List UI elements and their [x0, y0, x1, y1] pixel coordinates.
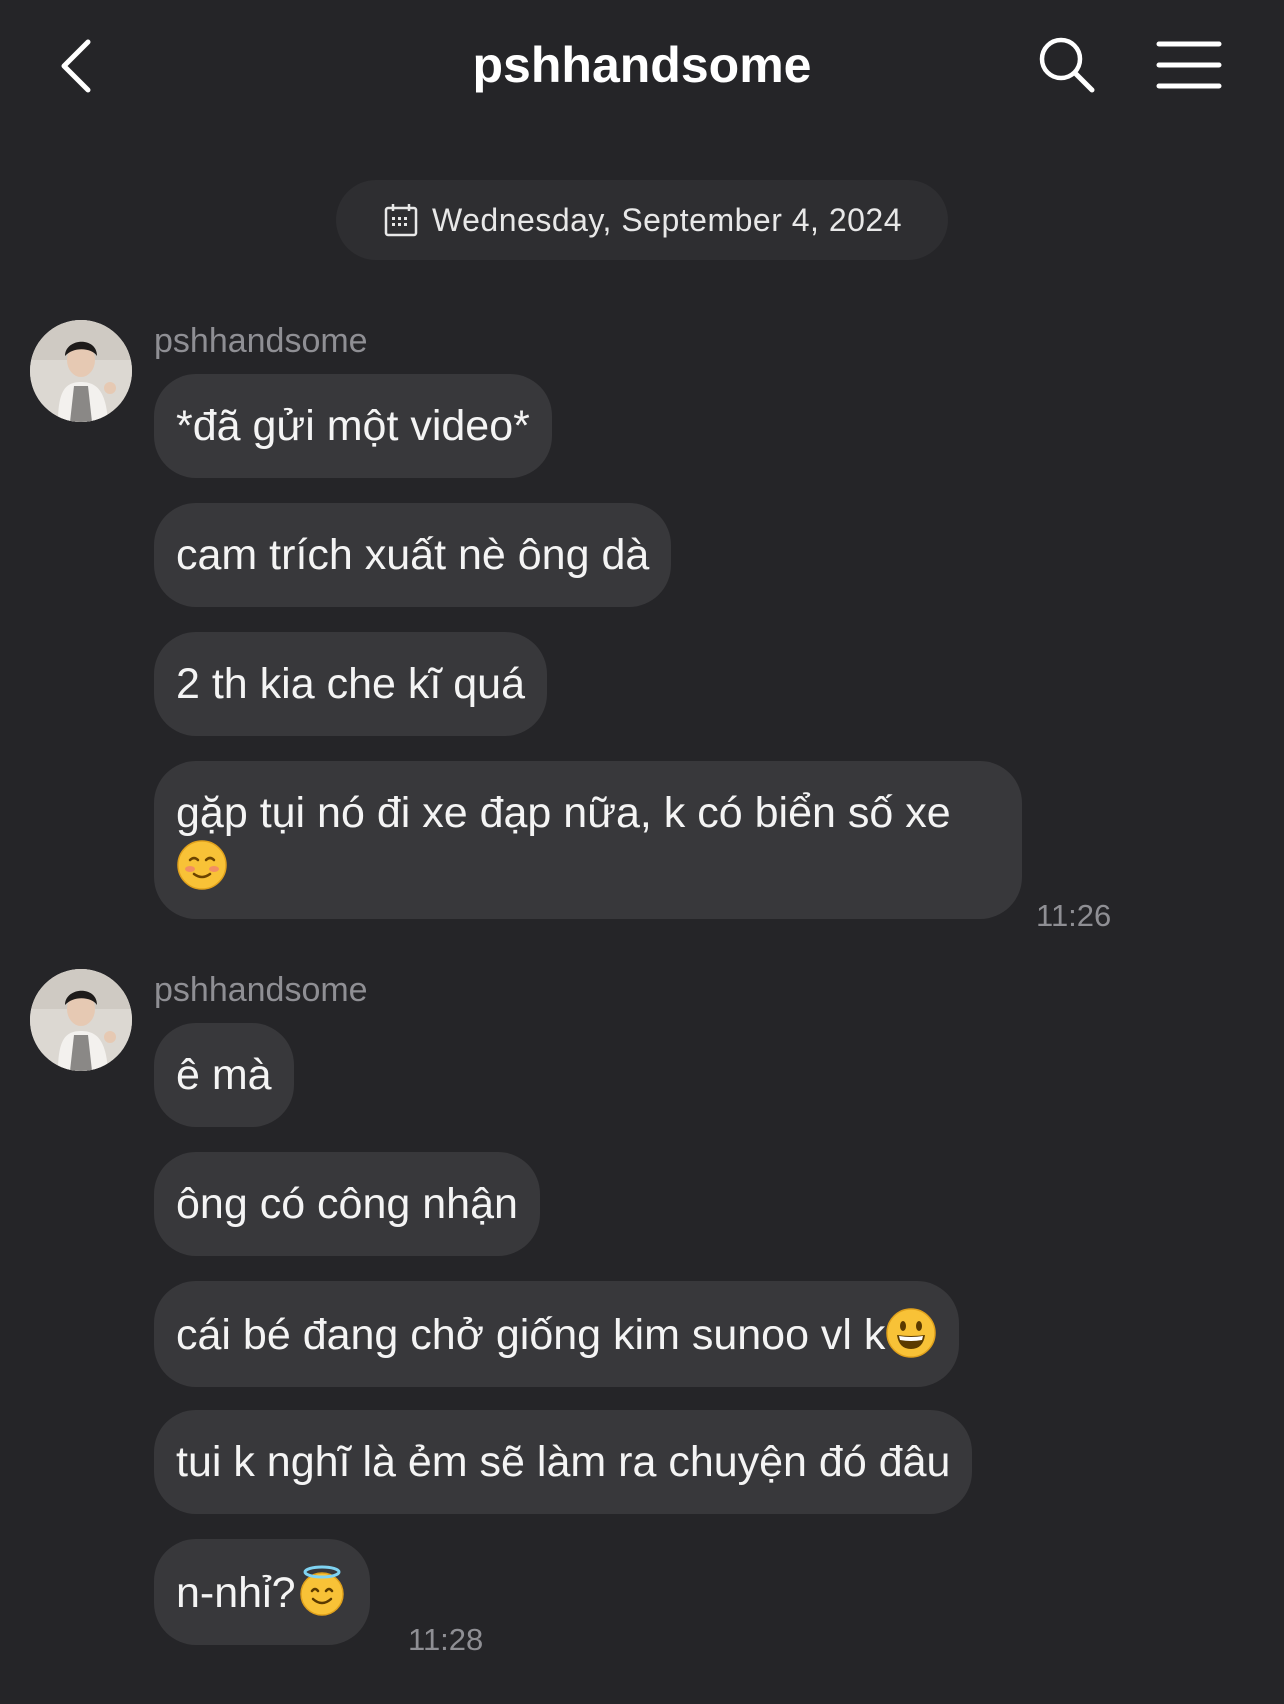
avatar-photo: [30, 320, 132, 422]
search-icon: [1039, 37, 1095, 93]
message-text: n-nhỉ?: [176, 1569, 296, 1617]
message-text: cái bé đang chở giống kim sunoo vl k: [176, 1311, 886, 1359]
message-bubble[interactable]: *đã gửi một video*: [154, 374, 552, 478]
message-bubble[interactable]: gặp tụi nó đi xe đạp nữa, k có biển số x…: [154, 761, 1022, 919]
message-text: ê mà: [176, 1051, 272, 1099]
avatar-photo: [30, 969, 132, 1071]
hamburger-menu-icon: [1156, 41, 1222, 89]
date-label: Wednesday, September 4, 2024: [432, 201, 902, 238]
message-text: gặp tụi nó đi xe đạp nữa, k có biển số x…: [176, 789, 951, 837]
calendar-icon: [384, 204, 418, 237]
message-bubble[interactable]: ông có công nhận: [154, 1152, 540, 1256]
date-separator: Wednesday, September 4, 2024: [336, 180, 948, 260]
message-text: ông có công nhận: [176, 1180, 518, 1228]
sender-name: pshhandsome: [154, 971, 368, 1009]
message-bubble[interactable]: tui k nghĩ là ẻm sẽ làm ra chuyện đó đâu: [154, 1410, 973, 1514]
search-button[interactable]: [1036, 34, 1098, 96]
avatar[interactable]: [30, 969, 132, 1071]
message-text: cam trích xuất nè ông dà: [176, 531, 650, 579]
message-text: 2 th kia che kĩ quá: [176, 660, 525, 708]
message-bubble[interactable]: cái bé đang chở giống kim sunoo vl k: [154, 1281, 960, 1387]
message-text: *đã gửi một video*: [176, 402, 530, 450]
message-bubble[interactable]: 2 th kia che kĩ quá: [154, 632, 547, 736]
message-bubble[interactable]: n-nhỉ?: [154, 1539, 370, 1645]
smiling-face-with-halo-emoji-icon: [299, 1565, 344, 1616]
grinning-face-emoji-icon: [886, 1308, 937, 1358]
message-bubble[interactable]: ê mà: [154, 1023, 294, 1127]
message-bubble[interactable]: cam trích xuất nè ông dà: [154, 503, 672, 607]
message-time: 11:28: [408, 1622, 484, 1657]
message-time: 11:26: [1036, 898, 1112, 933]
menu-button[interactable]: [1156, 38, 1222, 92]
avatar[interactable]: [30, 320, 132, 422]
smiling-blushing-emoji-icon: [177, 840, 227, 890]
sender-name: pshhandsome: [154, 322, 368, 360]
message-text: tui k nghĩ là ẻm sẽ làm ra chuyện đó đâu: [176, 1438, 951, 1486]
chat-header: pshhandsome: [0, 0, 1284, 140]
